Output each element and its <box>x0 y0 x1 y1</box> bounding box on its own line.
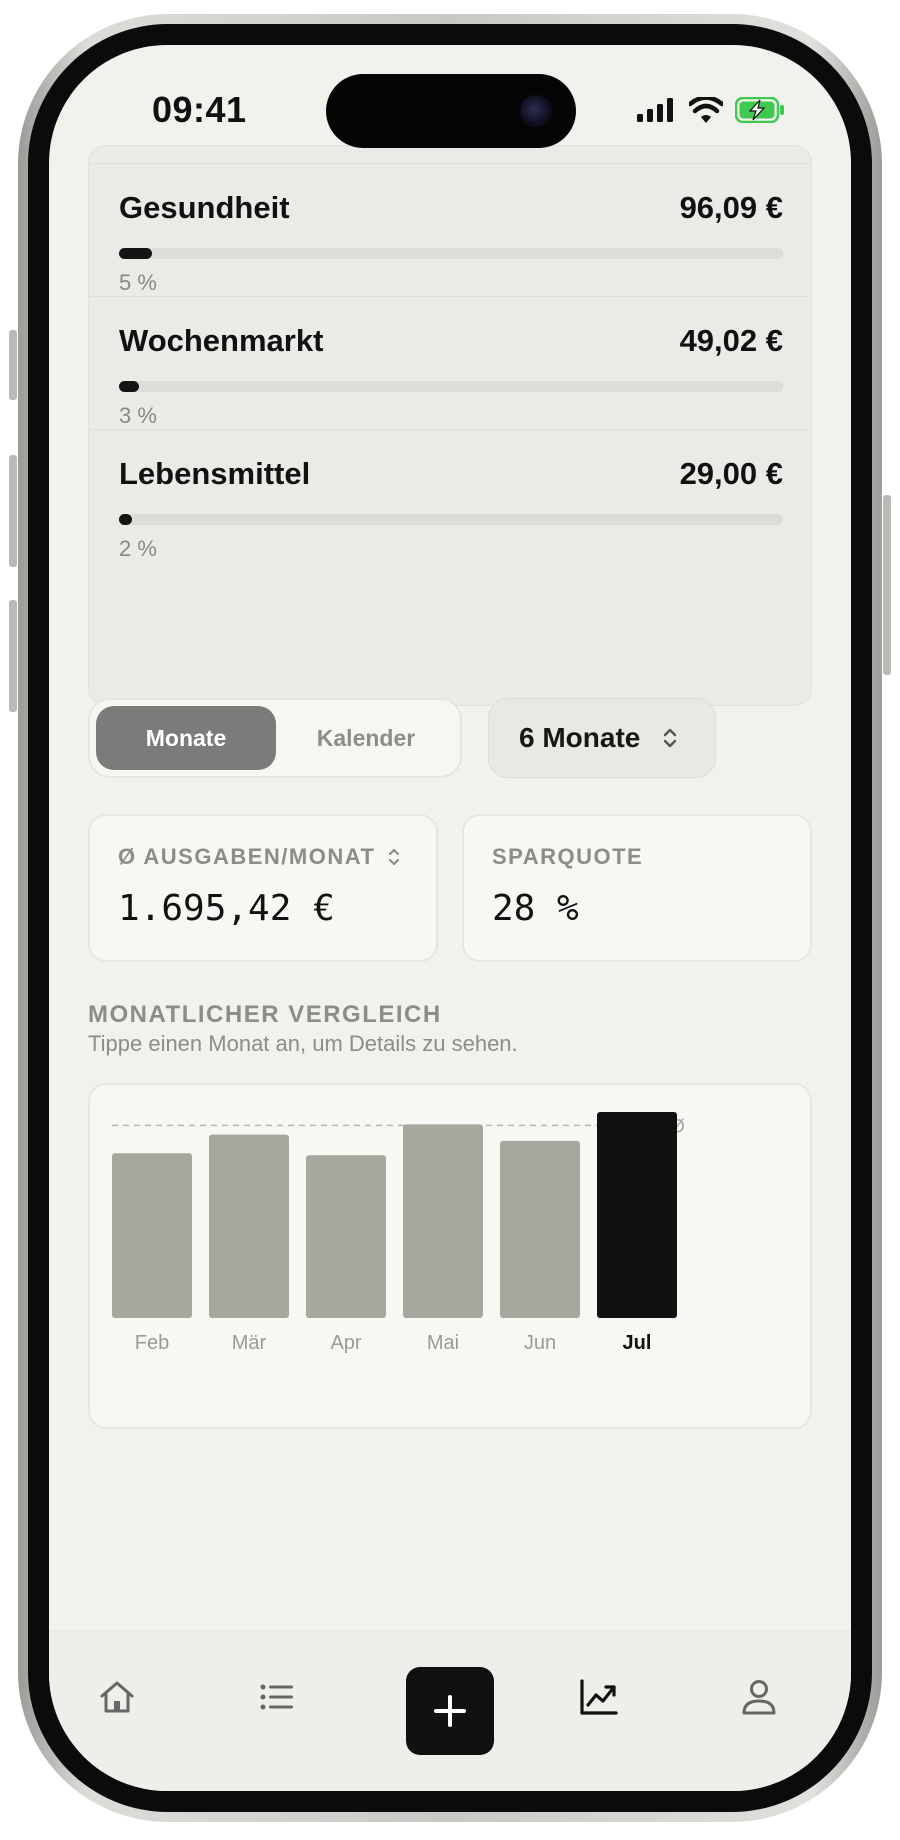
category-percent: 3 % <box>119 403 157 428</box>
bar-label-apr[interactable]: Apr <box>330 1332 361 1354</box>
action-button <box>9 330 17 400</box>
chart-icon <box>580 1679 618 1715</box>
add-icon <box>434 1695 466 1727</box>
savings-rate-card: SPARQUOTE 28 % <box>462 814 812 962</box>
bar-label-feb[interactable]: Feb <box>135 1332 169 1354</box>
category-progress-fill <box>119 514 133 525</box>
bar-jun[interactable] <box>500 1140 580 1318</box>
power-button <box>883 495 891 675</box>
list-icon <box>260 1684 293 1710</box>
category-amount: 29,00 € <box>679 456 783 491</box>
monthly-comparison-chart: Ø Feb Mär Apr Mai Jun Jul <box>88 1083 812 1429</box>
savings-rate-label: SPARQUOTE <box>492 844 644 869</box>
bar-label-mär[interactable]: Mär <box>232 1332 267 1354</box>
volume-down-button <box>9 600 17 712</box>
category-progress-fill <box>119 381 139 392</box>
category-progress-fill <box>119 248 153 259</box>
category-percent: 5 % <box>119 270 157 295</box>
chevron-up-down-icon <box>389 848 400 866</box>
add-button[interactable] <box>406 1667 494 1755</box>
bar-feb[interactable] <box>112 1153 192 1318</box>
bar-mär[interactable] <box>209 1134 289 1318</box>
savings-rate-value: 28 % <box>492 888 579 929</box>
avg-expenses-label-row: Ø AUSGABEN/MONAT <box>118 844 401 870</box>
view-toggle: Monate Kalender <box>88 698 462 778</box>
category-name: Gesundheit <box>119 190 290 225</box>
category-name: Lebensmittel <box>119 456 311 491</box>
bar-label-mai[interactable]: Mai <box>427 1332 459 1354</box>
tab-analytics[interactable] <box>569 1667 629 1727</box>
category-row-lebensmittel[interactable]: Lebensmittel 29,00 € 2 % <box>89 429 811 585</box>
toggle-months[interactable]: Monate <box>96 706 276 770</box>
wifi-icon <box>689 97 723 123</box>
bar-mai[interactable] <box>403 1124 483 1318</box>
category-progress-track <box>119 248 783 259</box>
toggle-calendar[interactable]: Kalender <box>276 706 456 770</box>
avg-expenses-label: Ø AUSGABEN/MONAT <box>118 844 376 869</box>
tab-home[interactable] <box>87 1667 147 1727</box>
battery-charging-icon <box>735 97 784 123</box>
category-progress-track <box>119 381 783 392</box>
status-time: 09:41 <box>152 89 247 130</box>
category-name: Wochenmarkt <box>119 323 324 358</box>
category-percent: 2 % <box>119 536 157 561</box>
dynamic-island <box>326 74 576 148</box>
monthly-comparison-subtitle: Tippe einen Monat an, um Details zu sehe… <box>88 1031 518 1056</box>
monthly-comparison-title: MONATLICHER VERGLEICH <box>88 1001 442 1028</box>
bar-label-jun[interactable]: Jun <box>524 1332 556 1354</box>
tab-profile[interactable] <box>729 1667 789 1727</box>
bar-label-jul[interactable]: Jul <box>623 1332 652 1354</box>
avg-expenses-card[interactable]: Ø AUSGABEN/MONAT 1.695,42 € <box>88 814 438 962</box>
bar-jul[interactable] <box>597 1112 677 1318</box>
status-icons <box>637 97 785 123</box>
category-breakdown-card: Gesundheit 96,09 € 5 % Wochenmarkt 49,02… <box>88 145 812 706</box>
category-amount: 49,02 € <box>679 323 783 358</box>
home-icon <box>100 1681 134 1713</box>
tab-bar <box>49 1630 851 1791</box>
category-amount: 96,09 € <box>679 190 783 225</box>
bar-apr[interactable] <box>306 1155 386 1318</box>
camera-icon <box>520 95 552 127</box>
profile-icon <box>742 1680 776 1715</box>
chevron-up-down-icon <box>664 728 677 748</box>
bar-chart: ØFeb Mär Apr Mai Jun Jul <box>112 1112 685 1354</box>
screen: 09:41 Gesundheit 96,09 € 5 % Wochenmarkt… <box>49 45 851 1791</box>
volume-up-button <box>9 455 17 567</box>
range-selector-label: 6 Monate <box>519 722 641 753</box>
avg-expenses-value: 1.695,42 € <box>118 888 335 929</box>
tab-list[interactable] <box>247 1667 307 1727</box>
category-progress-track <box>119 514 783 525</box>
range-selector[interactable]: 6 Monate <box>488 698 716 778</box>
signal-icon <box>637 98 673 122</box>
